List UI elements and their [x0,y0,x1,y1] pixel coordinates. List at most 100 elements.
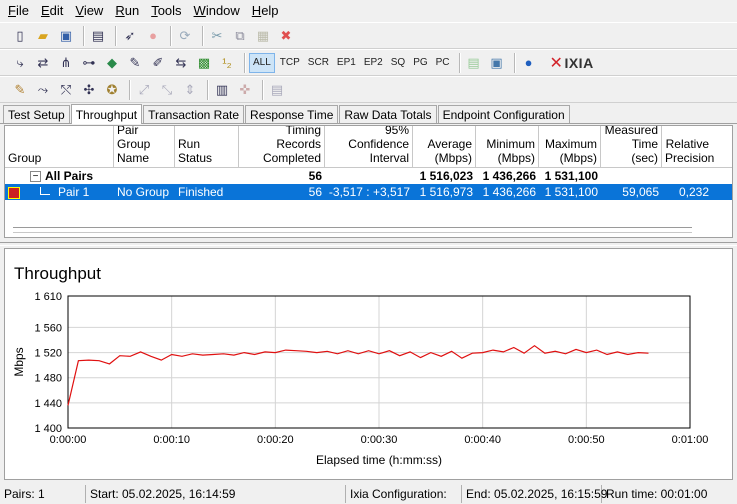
save-icon[interactable]: ▣ [56,26,76,46]
col-average-header[interactable]: Average (Mbps) [413,126,476,167]
col-relative-precision-header[interactable]: Relative Precision [662,126,714,167]
stop-icon[interactable]: ● [143,26,163,46]
print-icon[interactable]: ▤ [88,26,108,46]
split-icon[interactable]: ▥ [212,80,232,100]
add-multicast-icon[interactable]: ⇄ [33,53,53,73]
window-icon[interactable]: ▣ [487,53,507,73]
tools-icon[interactable]: ✜ [235,80,255,100]
tab-transaction-rate[interactable]: Transaction Rate [143,105,245,123]
toolbar-separator [115,25,116,46]
summary-average-cell: 1 516,023 [419,169,473,183]
menu-run[interactable]: Run [109,0,145,22]
y-tick-label: 1 520 [34,348,62,360]
filter-tcp-button[interactable]: TCP [277,53,303,73]
pair-group-cell: Pair 1 [5,185,114,199]
toolbar-separator [262,79,263,100]
run-icon[interactable]: ➶ [120,26,140,46]
menu-view[interactable]: View [69,0,109,22]
collapse-icon[interactable]: ⤡ [157,80,177,100]
number-icon[interactable]: ¹₂ [217,53,237,73]
panel-splitter[interactable] [0,242,737,246]
refresh-icon[interactable]: ⟳ [175,26,195,46]
menu-file[interactable]: File [2,0,35,22]
menu-tools[interactable]: Tools [145,0,187,22]
edit-script-icon[interactable]: ✎ [125,53,145,73]
add-group-icon[interactable]: ⋔ [56,53,76,73]
throughput-chart: Throughput 1 6101 5601 5201 4801 4401 40… [12,264,709,467]
endpoint-icon[interactable]: ◆ [102,53,122,73]
tree-line-icon [40,187,50,195]
x-tick-label: 0:00:50 [568,434,605,446]
col-pair-group-name-header[interactable]: Pair Group Name [114,126,175,167]
tab-endpoint-configuration[interactable]: Endpoint Configuration [437,105,570,123]
horizontal-scrollbar[interactable] [13,227,692,233]
table-row-pair-1[interactable]: Pair 1 No Group Finished 56 -3,517 : +3,… [5,184,732,200]
pair-average-cell: 1 516,973 [419,185,473,199]
pair-remove-icon[interactable]: ⤲ [56,80,76,100]
y-tick-label: 1 560 [34,322,62,334]
tab-test-setup[interactable]: Test Setup [3,105,70,123]
throughput-series-line [67,344,649,406]
topology-icon[interactable]: ✣ [79,80,99,100]
wizard-icon[interactable]: ✎ [10,80,30,100]
tab-response-time[interactable]: Response Time [245,105,339,123]
toolbar-separator [207,79,208,100]
copy-icon[interactable]: ⧉ [230,26,250,46]
x-axis-label: Elapsed time (h:mm:ss) [316,453,442,467]
results-tabs: Test Setup Throughput Transaction Rate R… [0,104,737,124]
settings-icon[interactable]: ✪ [102,80,122,100]
toolbar-separator [170,25,171,46]
paste-icon[interactable]: ▦ [253,26,273,46]
filter-pc-button[interactable]: PC [433,53,453,73]
pair-maximum-cell: 1 531,100 [544,185,598,199]
swap-icon[interactable]: ⇆ [171,53,191,73]
y-axis-label: Mbps [12,347,26,376]
menu-edit[interactable]: Edit [35,0,69,22]
table-row-summary[interactable]: − All Pairs 56 1 516,023 1 436,266 1 531,… [5,168,732,184]
pair-status-cell: Finished [178,185,224,199]
filter-scr-button[interactable]: SCR [305,53,332,73]
summary-minimum-cell: 1 436,266 [482,169,536,183]
col-timing-records-header[interactable]: Timing Records Completed [239,126,325,167]
results-table: Group Pair Group Name Run Status Timing R… [4,125,733,238]
info-icon[interactable]: ● [519,53,539,73]
y-tick-label: 1 480 [34,373,62,385]
pair-edit-icon[interactable]: ⤳ [33,80,53,100]
network-icon[interactable]: ⊶ [79,53,99,73]
y-axis-ticks: 1 6101 5601 5201 4801 4401 400 [34,291,62,435]
add-pair-icon[interactable]: ⤷ [10,53,30,73]
sort-icon[interactable]: ⇕ [180,80,200,100]
col-maximum-header[interactable]: Maximum (Mbps) [539,126,601,167]
cut-icon[interactable]: ✂ [207,26,227,46]
expand-icon[interactable]: ⤢ [134,80,154,100]
col-run-status-header[interactable]: Run Status [175,126,239,167]
filter-ep2-button[interactable]: EP2 [361,53,386,73]
summary-records-cell: 56 [308,169,322,183]
pair-records-cell: 56 [308,185,322,199]
status-start: Start: 05.02.2025, 16:14:59 [86,484,346,503]
edit-pair-icon[interactable]: ✐ [148,53,168,73]
open-folder-icon[interactable]: ▰ [33,26,53,46]
summary-group-cell: − All Pairs [5,169,114,183]
tab-raw-data-totals[interactable]: Raw Data Totals [339,105,437,123]
menu-help[interactable]: Help [246,0,285,22]
col-group-header[interactable]: Group [5,126,114,167]
collapse-tree-icon[interactable]: − [30,171,41,183]
export-icon[interactable]: ▤ [464,53,484,73]
filter-icon[interactable]: ▩ [194,53,214,73]
report-icon[interactable]: ▤ [267,80,287,100]
col-measured-time-header[interactable]: Measured Time (sec) [601,126,662,167]
col-confidence-header[interactable]: 95% Confidence Interval [325,126,413,167]
y-tick-label: 1 440 [34,398,62,410]
filter-pg-button[interactable]: PG [410,53,430,73]
new-file-icon[interactable]: ▯ [10,26,30,46]
menu-window[interactable]: Window [188,0,246,22]
filter-ep1-button[interactable]: EP1 [334,53,359,73]
filter-all-button[interactable]: ALL [249,52,275,73]
delete-icon[interactable]: ✖ [276,26,296,46]
pair-time-cell: 59,065 [622,185,659,199]
tab-throughput[interactable]: Throughput [70,104,143,124]
filter-sq-button[interactable]: SQ [388,53,408,73]
col-minimum-header[interactable]: Minimum (Mbps) [476,126,539,167]
x-axis-ticks: 0:00:00 0:00:10 0:00:20 0:00:30 0:00:40 0:00:… [50,434,709,446]
